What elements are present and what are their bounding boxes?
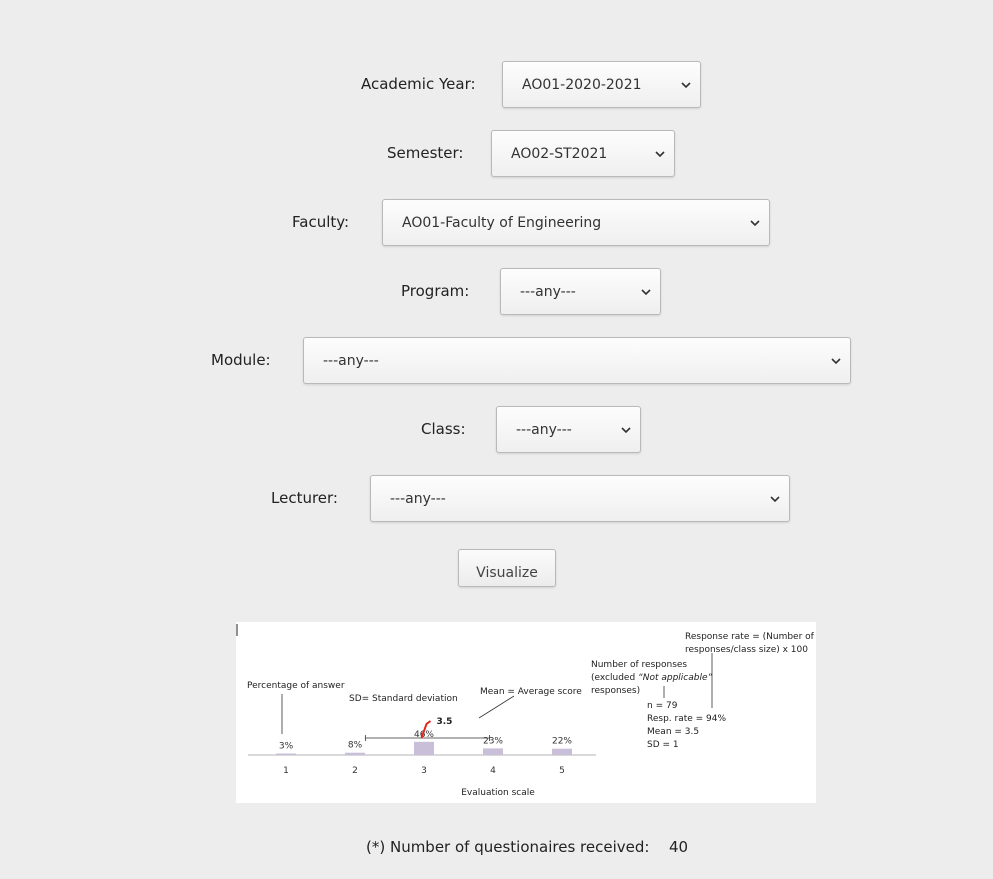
- bar: [483, 748, 503, 755]
- semester-value: AO02-ST2021: [511, 145, 608, 162]
- responses-annotation-3: responses): [591, 686, 640, 696]
- mean-value-label: 3.5: [437, 717, 453, 727]
- mean-pointer: [478, 695, 515, 719]
- chevron-down-icon: [831, 357, 841, 364]
- x-tick-label: 1: [283, 766, 289, 776]
- semester-label: Semester:: [387, 144, 464, 162]
- rate-annotation-2: responses/class size) x 100: [685, 645, 808, 655]
- responses-annotation-2: (excluded “Not applicable”: [591, 673, 712, 683]
- visualize-button[interactable]: Visualize: [458, 549, 556, 587]
- chevron-down-icon: [681, 81, 691, 88]
- bar-chart: 3%18%246%323%422%53.5: [248, 717, 596, 776]
- semester-select[interactable]: AO02-ST2021: [491, 130, 675, 177]
- class-label: Class:: [421, 420, 466, 438]
- stat-resp-rate: Resp. rate = 94%: [647, 714, 727, 724]
- module-label: Module:: [211, 351, 271, 369]
- chevron-down-icon: [770, 495, 780, 502]
- rate-annotation-1: Response rate = (Number of: [685, 632, 815, 642]
- sd-annotation: SD= Standard deviation: [349, 694, 458, 704]
- chevron-down-icon: [655, 150, 665, 157]
- bar: [345, 752, 365, 755]
- bar-value-label: 8%: [348, 741, 363, 751]
- stat-mean: Mean = 3.5: [647, 727, 699, 737]
- stat-sd: SD = 1: [647, 740, 679, 750]
- program-select[interactable]: ---any---: [500, 268, 661, 315]
- chevron-down-icon: [641, 288, 651, 295]
- faculty-label: Faculty:: [292, 213, 350, 231]
- academic-year-value: AO01-2020-2021: [522, 76, 642, 93]
- bar: [414, 741, 434, 755]
- bar-value-label: 3%: [279, 742, 294, 752]
- faculty-value: AO01-Faculty of Engineering: [402, 214, 602, 231]
- responses-annotation-1: Number of responses: [591, 660, 687, 670]
- chevron-down-icon: [621, 426, 631, 433]
- x-axis-label: Evaluation scale: [461, 788, 535, 798]
- legend-image: Percentage of answer SD= Standard deviat…: [236, 622, 816, 803]
- class-value: ---any---: [516, 421, 572, 438]
- lecturer-label: Lecturer:: [271, 489, 338, 507]
- academic-year-select[interactable]: AO01-2020-2021: [502, 61, 701, 108]
- program-value: ---any---: [520, 283, 576, 300]
- visualize-label: Visualize: [476, 565, 538, 581]
- bar-value-label: 22%: [552, 737, 572, 747]
- bar: [552, 748, 572, 755]
- lecturer-value: ---any---: [390, 490, 446, 507]
- academic-year-label: Academic Year:: [361, 75, 476, 93]
- module-value: ---any---: [323, 352, 379, 369]
- class-select[interactable]: ---any---: [496, 406, 641, 453]
- questionnaires-count: 40: [669, 838, 689, 856]
- x-tick-label: 3: [421, 766, 427, 776]
- bar: [276, 753, 296, 755]
- x-tick-label: 2: [352, 766, 358, 776]
- module-select[interactable]: ---any---: [303, 337, 851, 384]
- questionnaires-label: (*) Number of questionaires received:: [366, 838, 650, 856]
- lecturer-select[interactable]: ---any---: [370, 475, 790, 522]
- program-label: Program:: [401, 282, 470, 300]
- faculty-select[interactable]: AO01-Faculty of Engineering: [382, 199, 770, 246]
- stat-n: n = 79: [647, 701, 678, 711]
- mean-annotation: Mean = Average score: [480, 687, 582, 697]
- x-tick-label: 5: [559, 766, 565, 776]
- percentage-annotation: Percentage of answer: [247, 681, 345, 691]
- chevron-down-icon: [750, 219, 760, 226]
- legend-chart: Percentage of answer SD= Standard deviat…: [236, 624, 815, 798]
- x-tick-label: 4: [490, 766, 496, 776]
